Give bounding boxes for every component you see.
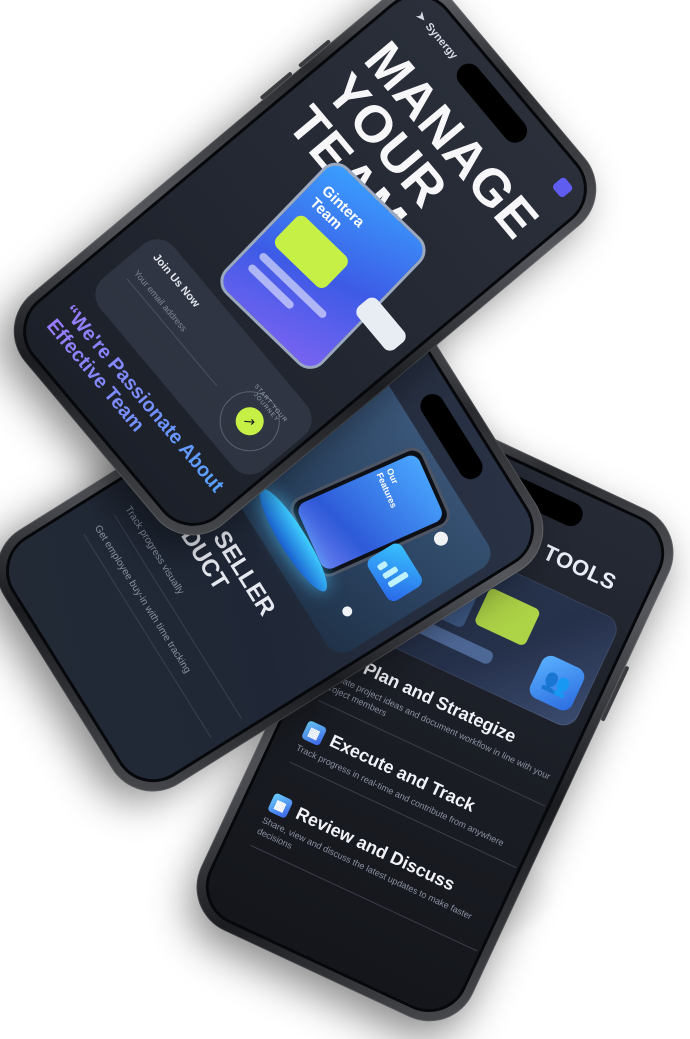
team-icon: 👥 (526, 652, 588, 714)
review-icon: ▦ (267, 791, 294, 819)
decor-dot (431, 529, 451, 549)
divider (126, 278, 218, 387)
brand-name: Synergy (423, 20, 461, 62)
decor-dot (340, 604, 355, 619)
mini-phone-screen (295, 452, 446, 572)
brand-logo[interactable]: ➤ Synergy (414, 9, 461, 62)
start-journey-button[interactable]: START YOUR JOURNEY ↗ (207, 378, 292, 464)
floating-tag (353, 294, 409, 354)
execute-icon: ▦ (301, 719, 328, 746)
logo-icon: ➤ (413, 9, 429, 25)
mini-panel (473, 586, 542, 647)
menu-button[interactable] (551, 176, 574, 199)
